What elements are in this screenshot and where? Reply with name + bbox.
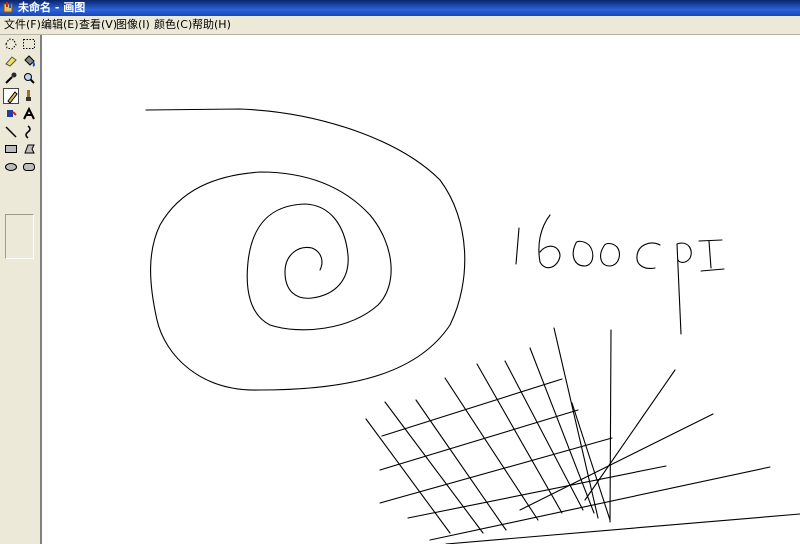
text-a-icon <box>23 107 35 120</box>
eraser-icon <box>5 56 17 67</box>
eyedropper-icon <box>5 72 17 84</box>
menu-image[interactable]: 图像(I) <box>116 18 150 32</box>
window-title: 未命名 - 画图 <box>18 1 86 14</box>
select-tool[interactable] <box>21 36 37 52</box>
curve-icon <box>25 125 31 139</box>
brush-tool[interactable] <box>21 88 37 104</box>
handwritten-text-1600cpi <box>515 214 725 335</box>
magnifier-icon <box>24 73 35 84</box>
line-tool[interactable] <box>3 124 19 140</box>
ellipse-icon <box>5 163 17 171</box>
pencil-tool[interactable] <box>3 88 19 104</box>
rounded-rectangle-icon <box>23 163 35 171</box>
paint-bucket-icon <box>24 55 35 67</box>
free-form-select-icon <box>5 38 17 50</box>
line-icon <box>5 126 17 138</box>
paint-app-icon <box>3 2 13 13</box>
menu-view[interactable]: 查看(V) <box>79 18 117 32</box>
menu-help[interactable]: 帮助(H) <box>192 18 231 32</box>
title-bar[interactable]: 未命名 - 画图 <box>0 0 800 16</box>
pick-color-tool[interactable] <box>3 70 19 86</box>
free-form-select-tool[interactable] <box>3 36 19 52</box>
fill-tool[interactable] <box>21 53 37 69</box>
spiral-stroke <box>145 108 466 391</box>
polygon-tool[interactable] <box>21 141 37 157</box>
pencil-icon <box>7 91 18 104</box>
rectangle-select-icon <box>23 39 35 49</box>
menu-edit[interactable]: 编辑(E) <box>41 18 79 32</box>
airbrush-tool[interactable] <box>3 106 19 122</box>
text-tool[interactable] <box>21 106 37 122</box>
tool-options-box[interactable] <box>5 214 34 259</box>
eraser-tool[interactable] <box>3 53 19 69</box>
drawing-canvas[interactable] <box>42 35 800 544</box>
canvas-drawing <box>145 108 800 544</box>
menu-colors[interactable]: 颜色(C) <box>154 18 192 32</box>
menu-bar: 文件(F) 编辑(E) 查看(V) 图像(I) 颜色(C) 帮助(H) <box>0 16 800 35</box>
brush-icon <box>26 90 31 101</box>
menu-file[interactable]: 文件(F) <box>4 18 41 32</box>
magnifier-tool[interactable] <box>21 70 37 86</box>
toolbox <box>0 35 40 544</box>
airbrush-icon <box>7 110 17 117</box>
ellipse-tool[interactable] <box>3 159 19 175</box>
polygon-icon <box>24 144 35 154</box>
rectangle-icon <box>5 145 17 153</box>
crosshatch-stroke <box>365 327 800 544</box>
rectangle-tool[interactable] <box>3 141 19 157</box>
curve-tool[interactable] <box>21 124 37 140</box>
rounded-rectangle-tool[interactable] <box>21 159 37 175</box>
